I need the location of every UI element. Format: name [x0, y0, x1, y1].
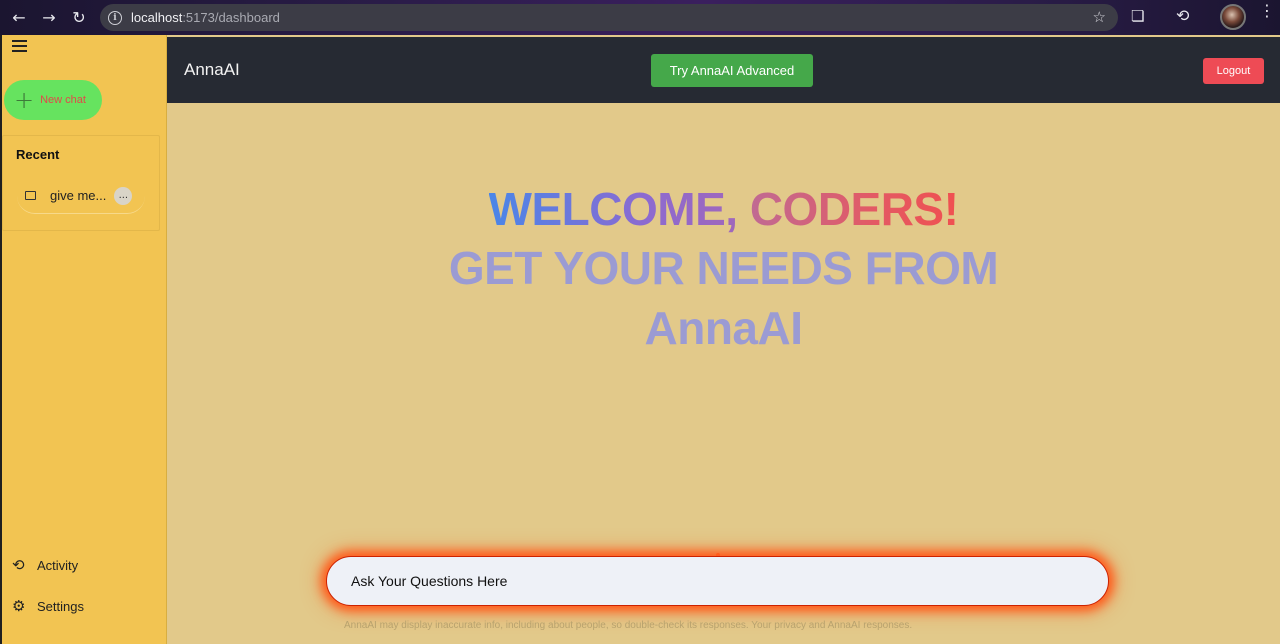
recent-chat-item[interactable]: give me... ... — [17, 178, 145, 214]
more-options-button[interactable]: ... — [114, 186, 133, 205]
forward-icon[interactable]: → — [34, 3, 64, 33]
welcome-text: WELCOME, — [488, 183, 750, 235]
brand-title: AnnaAI — [184, 60, 240, 79]
subheading-line1: GET YOUR NEEDS FROM — [448, 242, 999, 294]
address-bar[interactable]: i localhost:5173/dashboard ☆ — [100, 4, 1118, 31]
back-icon[interactable]: ← — [4, 3, 34, 33]
sidebar-item-settings[interactable]: ⚙ Settings — [12, 597, 84, 615]
profile-avatar[interactable] — [1220, 4, 1246, 30]
browser-menu-icon[interactable]: ⋮ — [1259, 3, 1275, 19]
plus-icon: + — [14, 86, 35, 114]
new-chat-button[interactable]: + New chat — [4, 80, 102, 120]
try-advanced-button[interactable]: Try AnnaAI Advanced — [651, 54, 813, 87]
history-icon: ⟲ — [12, 556, 25, 574]
subheading-line2: AnnaAI — [644, 302, 804, 354]
question-input[interactable]: Ask Your Questions Here — [326, 556, 1109, 606]
url-text[interactable]: localhost:5173/dashboard — [131, 10, 280, 25]
menu-icon[interactable] — [12, 40, 27, 55]
question-placeholder: Ask Your Questions Here — [351, 573, 508, 589]
welcome-hero: WELCOME, CODERS! GET YOUR NEEDS FROM Ann… — [167, 180, 1280, 358]
recent-title: Recent — [16, 147, 60, 162]
top-header: AnnaAI Try AnnaAI Advanced Logout — [167, 37, 1280, 103]
gear-icon: ⚙ — [12, 597, 26, 615]
url-host: localhost — [131, 10, 183, 25]
settings-label: Settings — [37, 598, 84, 614]
recent-chat-label: give me... — [50, 188, 107, 203]
logout-button[interactable]: Logout — [1203, 58, 1264, 84]
history-icon[interactable]: ⟲ — [1176, 6, 1189, 25]
extensions-icon[interactable]: ❏ — [1131, 7, 1144, 25]
message-icon — [25, 191, 36, 200]
welcome-heading: WELCOME, CODERS! — [167, 180, 1280, 238]
new-chat-label: New chat — [40, 94, 86, 106]
bookmark-star-icon[interactable]: ☆ — [1093, 8, 1106, 26]
sidebar-item-activity[interactable]: ⟲ Activity — [12, 556, 78, 574]
disclaimer-text: AnnaAI may display inaccurate info, incl… — [344, 620, 913, 631]
url-path: :5173/dashboard — [182, 10, 280, 25]
site-info-icon[interactable]: i — [108, 10, 122, 25]
recent-section: Recent give me... ... — [2, 135, 160, 231]
reload-icon[interactable]: ↻ — [64, 3, 94, 33]
browser-toolbar: ← → ↻ i localhost:5173/dashboard ☆ ❏ ⟲ ⋮ — [0, 0, 1280, 35]
coders-text: CODERS! — [749, 183, 959, 235]
sidebar: + New chat Recent give me... ... ⟲ Activ… — [0, 35, 167, 644]
activity-label: Activity — [37, 557, 79, 573]
